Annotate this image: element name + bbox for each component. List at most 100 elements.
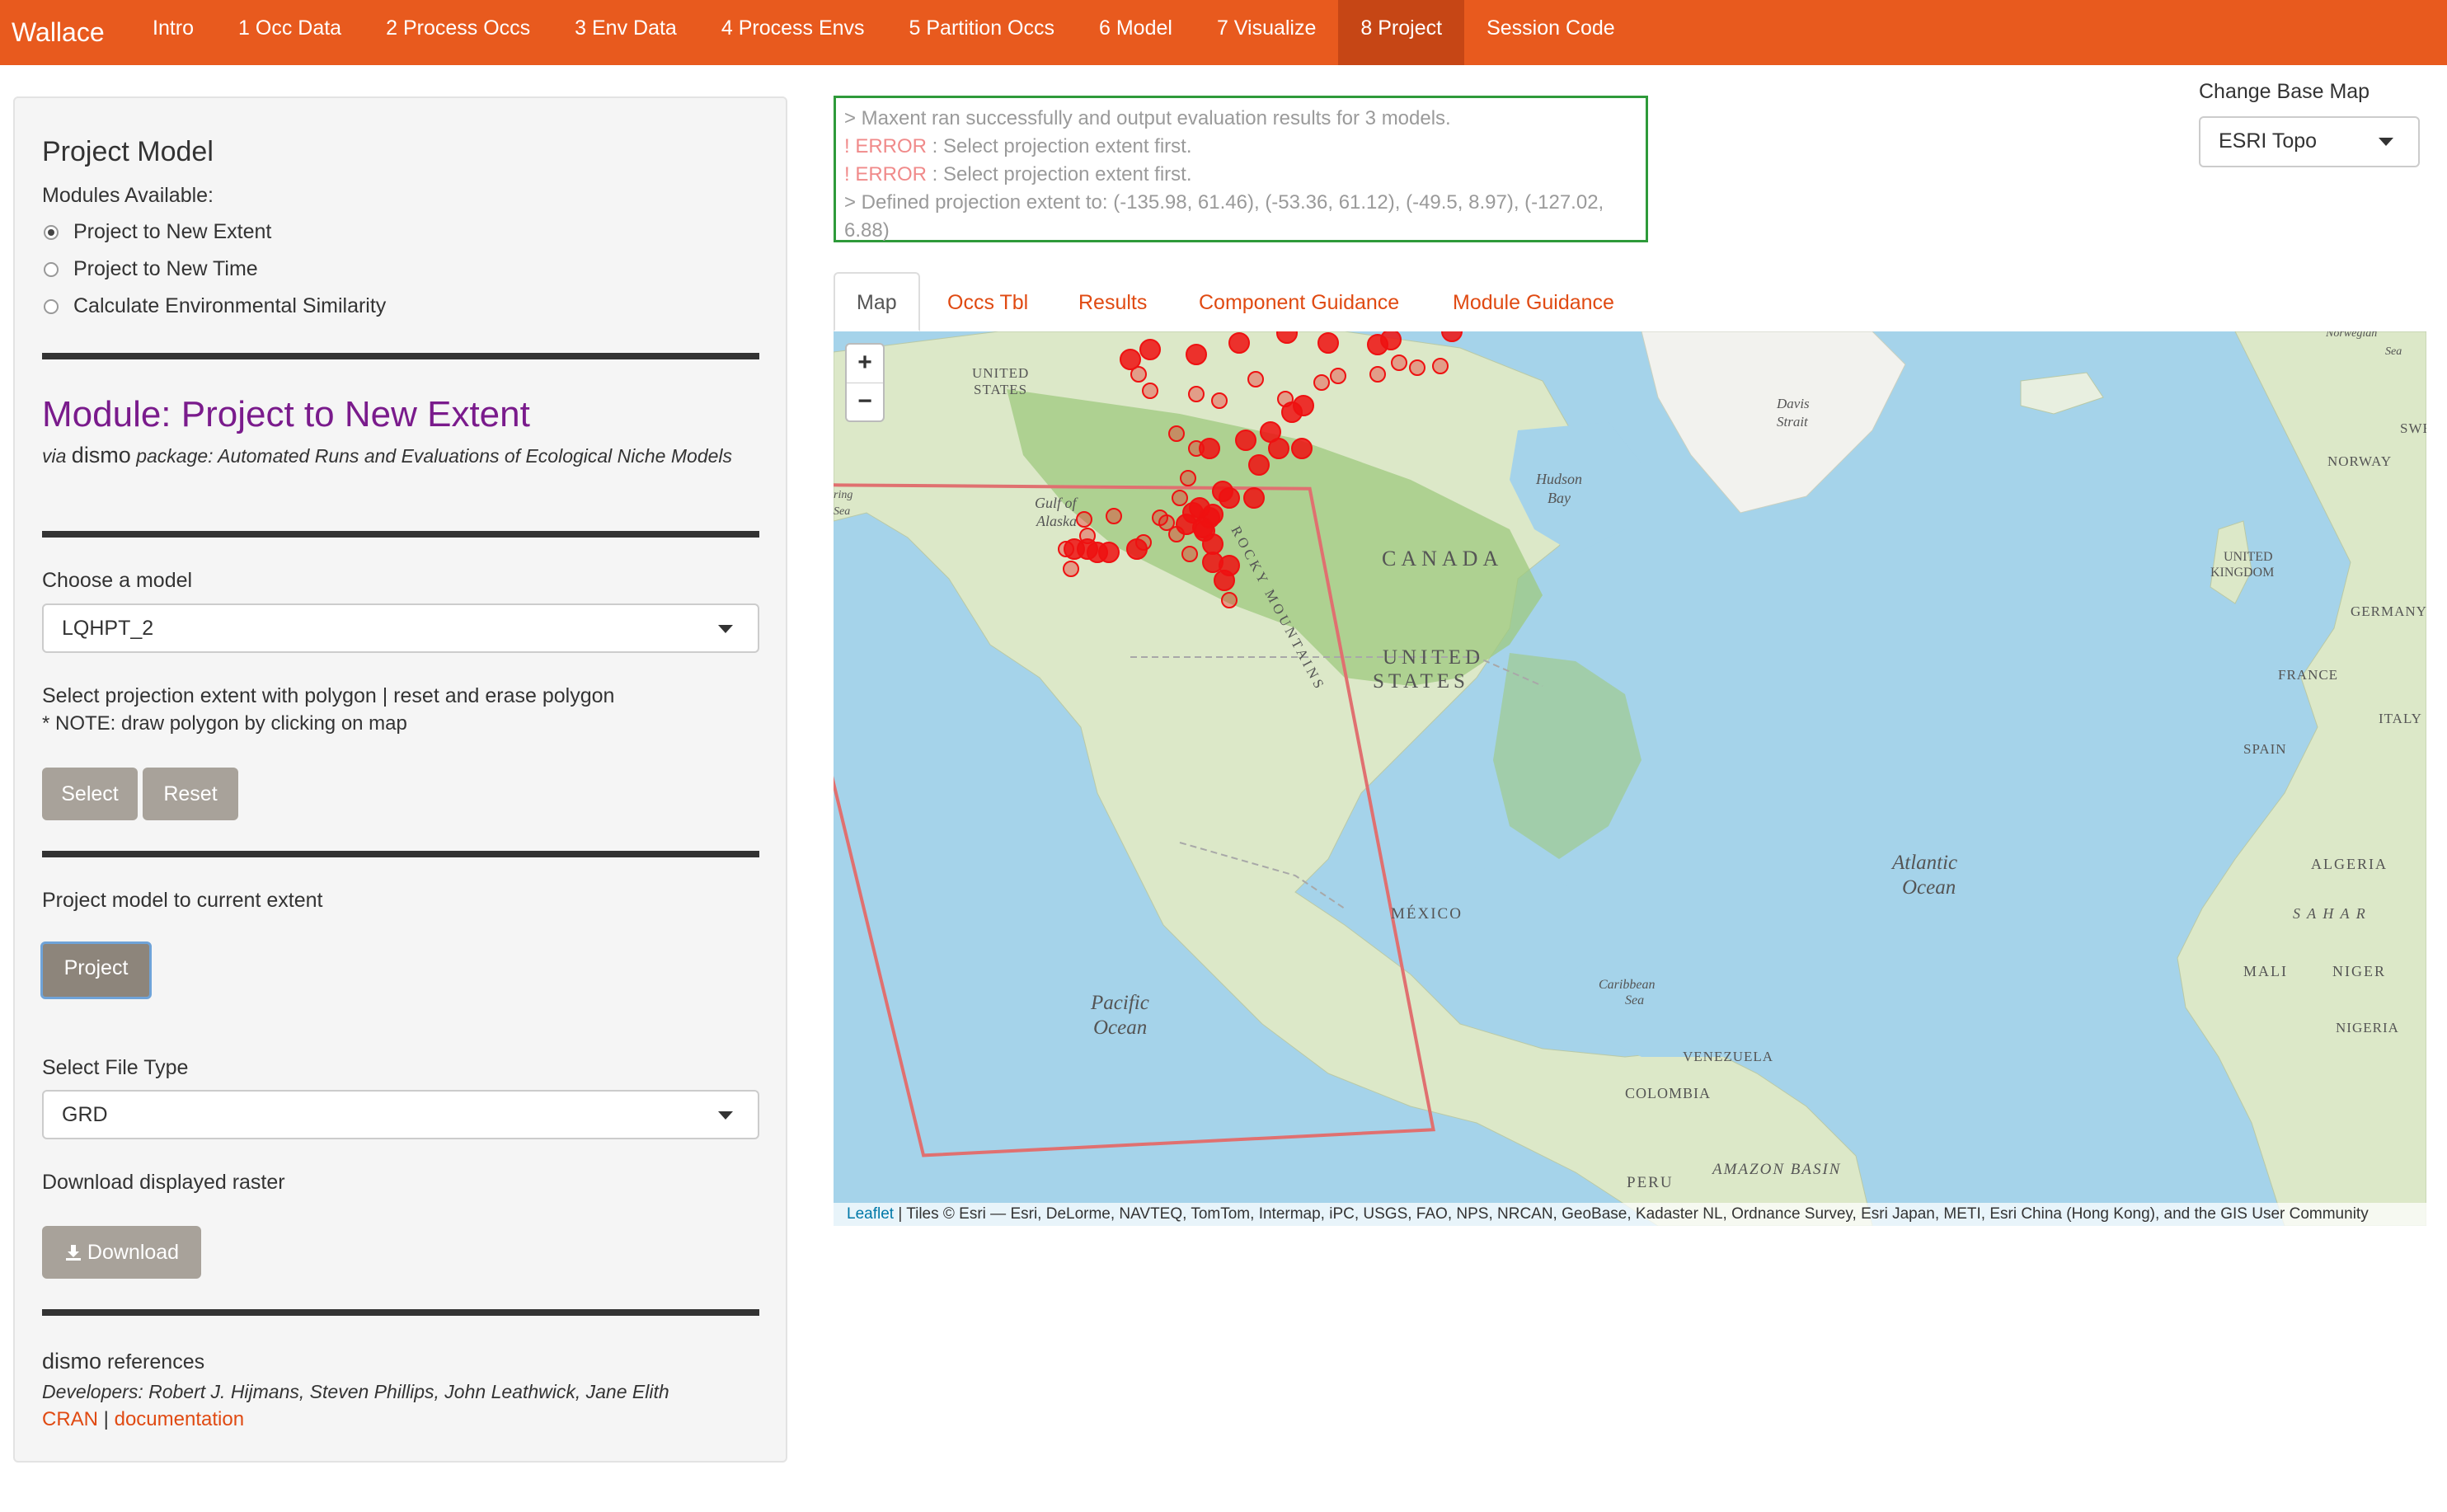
module-title: Module: Project to New Extent [42, 394, 530, 434]
map-layer[interactable]: CANADA UNITED STATES MÉXICO Atlantic Oce… [834, 331, 2426, 1226]
label-united-states: UNITED [1383, 646, 1484, 669]
radio-project-new-time[interactable]: Project to New Time [44, 257, 258, 281]
tab-map[interactable]: Map [834, 272, 920, 331]
occurrence-point[interactable] [1188, 386, 1205, 402]
label-amazon-basin: AMAZON BASIN [1711, 1161, 1841, 1178]
occurrence-point[interactable] [1180, 470, 1196, 486]
label-bering-sea: Sea [834, 505, 850, 518]
filetype-select[interactable]: GRD [42, 1090, 759, 1139]
occurrence-point[interactable] [1130, 366, 1147, 383]
sidebar-title: Project Model [42, 136, 214, 167]
package-name: dismo [71, 443, 131, 467]
download-button[interactable]: Download [42, 1226, 201, 1279]
radio-button[interactable] [44, 298, 59, 314]
occurrence-point[interactable] [1317, 332, 1339, 354]
occurrence-point[interactable] [1409, 359, 1425, 376]
tab-results[interactable]: Results [1078, 272, 1147, 331]
occurrence-point[interactable] [1212, 481, 1233, 502]
divider [42, 531, 759, 538]
tab-occs-tbl[interactable]: Occs Tbl [947, 272, 1028, 331]
radio-button[interactable] [44, 224, 59, 240]
extent-note: * NOTE: draw polygon by clicking on map [42, 712, 407, 735]
developers-text: Developers: Robert J. Hijmans, Steven Ph… [42, 1381, 669, 1402]
occurrence-point[interactable] [1276, 331, 1298, 344]
occurrence-point[interactable] [1268, 438, 1289, 459]
occurrence-point[interactable] [1243, 487, 1265, 509]
occurrence-point[interactable] [1228, 332, 1250, 354]
reset-button[interactable]: Reset [143, 768, 238, 820]
label-pacific: Ocean [1093, 1017, 1147, 1039]
basemap-select-value: ESRI Topo [2219, 129, 2318, 153]
nav-tab-project[interactable]: 8 Project [1338, 0, 1465, 65]
occurrence-point[interactable] [1186, 344, 1207, 365]
occurrence-point[interactable] [1152, 509, 1168, 526]
nav-tab-process-occs[interactable]: 2 Process Occs [364, 0, 552, 65]
occurrence-point[interactable] [1219, 555, 1240, 576]
nav-tab-partition-occs[interactable]: 5 Partition Occs [887, 0, 1077, 65]
land-iceland [2020, 372, 2104, 415]
occurrence-point[interactable] [1369, 366, 1386, 383]
occurrence-point[interactable] [1058, 541, 1074, 557]
occurrence-point[interactable] [1168, 425, 1185, 442]
references-label: references [101, 1350, 205, 1373]
occurrence-point[interactable] [1211, 392, 1228, 409]
occurrence-point[interactable] [1313, 374, 1330, 391]
zoom-in-button[interactable]: + [847, 345, 883, 383]
choose-model-label: Choose a model [42, 569, 193, 592]
nav-tab-process-envs[interactable]: 4 Process Envs [699, 0, 887, 65]
log-line: > Defined projection extent to: (-135.98… [844, 191, 1604, 242]
radio-button[interactable] [44, 261, 59, 277]
divider [42, 1309, 759, 1316]
model-select[interactable]: LQHPT_2 [42, 603, 759, 653]
occurrence-point[interactable] [1079, 528, 1096, 544]
occurrence-point[interactable] [1188, 440, 1205, 457]
nav-tab-env-data[interactable]: 3 Env Data [552, 0, 699, 65]
occurrence-point[interactable] [1221, 592, 1238, 608]
nav-tab-occ-data[interactable]: 1 Occ Data [216, 0, 364, 65]
via-text: via [42, 445, 67, 467]
app-brand[interactable]: Wallace [12, 0, 105, 65]
project-label: Project model to current extent [42, 889, 323, 912]
radio-project-new-extent[interactable]: Project to New Extent [44, 220, 271, 244]
label-norwegian-sea: Norwegian [2325, 331, 2377, 340]
basemap-select[interactable]: ESRI Topo [2199, 116, 2420, 167]
occurrence-point[interactable] [1142, 383, 1158, 399]
occurrence-point[interactable] [1135, 534, 1152, 551]
nav-tab-intro[interactable]: Intro [130, 0, 216, 65]
occurrence-point[interactable] [1432, 358, 1449, 374]
cran-link[interactable]: CRAN [42, 1408, 98, 1430]
select-button[interactable]: Select [42, 768, 138, 820]
nav-tab-visualize[interactable]: 7 Visualize [1195, 0, 1338, 65]
occurrence-point[interactable] [1106, 508, 1122, 524]
documentation-link[interactable]: documentation [115, 1408, 244, 1430]
zoom-out-button[interactable]: − [847, 383, 883, 421]
occurrence-point[interactable] [1063, 561, 1079, 577]
label-gulf-of-alaska: Alaska [1036, 513, 1077, 529]
occurrence-point[interactable] [1098, 542, 1120, 563]
nav-tab-model[interactable]: 6 Model [1077, 0, 1195, 65]
tab-component-guidance[interactable]: Component Guidance [1199, 272, 1399, 331]
project-button[interactable]: Project [40, 941, 152, 999]
occurrence-point[interactable] [1248, 454, 1270, 476]
occurrence-point[interactable] [1076, 511, 1092, 528]
map-canvas[interactable]: CANADA UNITED STATES MÉXICO Atlantic Oce… [834, 331, 2426, 1226]
radio-label: Calculate Environmental Similarity [73, 294, 387, 317]
label-pacific: Pacific [1090, 992, 1149, 1014]
occurrence-point[interactable] [1247, 371, 1264, 387]
occurrence-point[interactable] [1139, 339, 1161, 360]
occurrence-point[interactable] [1291, 438, 1313, 459]
nav-tab-session-code[interactable]: Session Code [1464, 0, 1637, 65]
radio-env-similarity[interactable]: Calculate Environmental Similarity [44, 294, 386, 318]
leaflet-link[interactable]: Leaflet [847, 1205, 894, 1223]
occurrence-point[interactable] [1181, 546, 1198, 562]
occurrence-point[interactable] [1176, 514, 1197, 535]
occurrence-point[interactable] [1172, 490, 1188, 506]
occurrence-point[interactable] [1330, 368, 1346, 384]
occurrence-point[interactable] [1441, 331, 1463, 342]
error-word: ERROR [855, 163, 928, 185]
occurrence-point[interactable] [1235, 430, 1256, 451]
tab-module-guidance[interactable]: Module Guidance [1453, 272, 1614, 331]
occurrence-point[interactable] [1380, 331, 1402, 350]
occurrence-point[interactable] [1391, 355, 1407, 371]
occurrence-point[interactable] [1293, 395, 1314, 416]
